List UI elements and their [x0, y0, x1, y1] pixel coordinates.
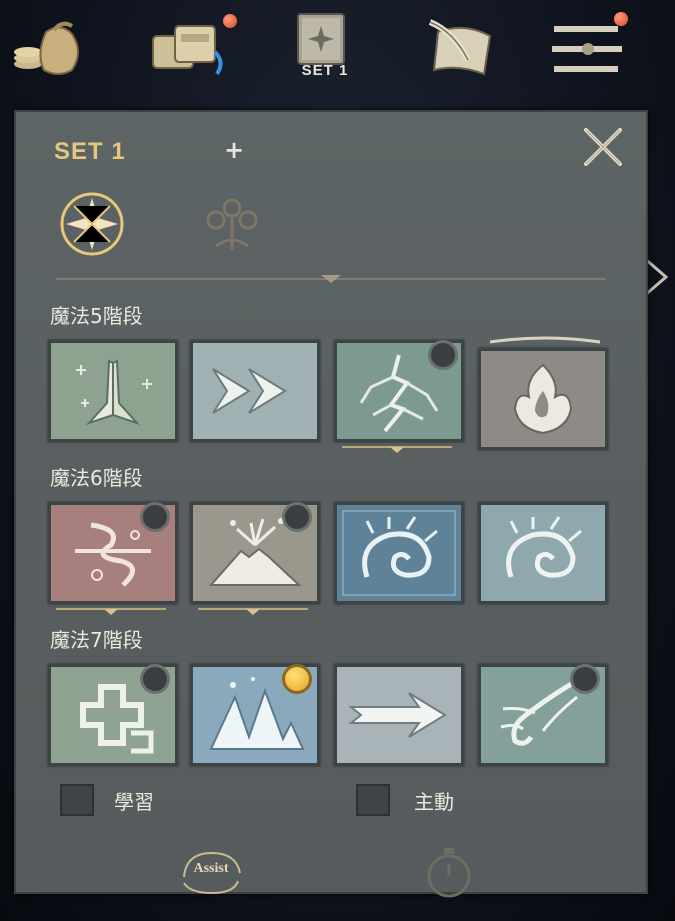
- magic-tab-icon: [60, 192, 124, 256]
- panel-title: SET 1: [54, 138, 126, 165]
- top-bar: SET 1: [0, 0, 675, 110]
- praying-hands-icon: [51, 343, 175, 439]
- section-divider: [56, 268, 606, 283]
- slot-indicator: [428, 340, 458, 370]
- section-title: 魔法6階段: [50, 466, 143, 490]
- assist-label: Assist: [193, 861, 229, 876]
- skill-slot[interactable]: [334, 502, 464, 604]
- notification-dot: [223, 14, 237, 28]
- stopwatch-icon: [427, 848, 471, 898]
- selected-highlight: [490, 336, 600, 344]
- skill-slot[interactable]: [190, 340, 320, 442]
- slot-indicator: [140, 502, 170, 532]
- chevron-down-icon: [198, 608, 308, 615]
- slot-indicator: [570, 664, 600, 694]
- tab-tree[interactable]: [192, 184, 272, 264]
- skill-slot[interactable]: [478, 348, 608, 450]
- skill-slot[interactable]: [48, 340, 178, 442]
- tree-tab-icon: [206, 198, 258, 250]
- section-title: 魔法7階段: [50, 628, 143, 652]
- section-title: 魔法5階段: [50, 304, 143, 328]
- close-button[interactable]: [578, 122, 628, 172]
- slot-indicator: [282, 502, 312, 532]
- skill-set-panel: SET 1 + 魔法5階段 魔法6階段 魔法7階段 學習 主動 Assist: [14, 110, 648, 898]
- flame-icon: [481, 351, 605, 447]
- money-bag-icon[interactable]: [6, 12, 86, 82]
- skill-slot[interactable]: [334, 664, 464, 766]
- assist-button[interactable]: Assist: [176, 847, 246, 897]
- slot-indicator-active: [282, 664, 312, 694]
- chevron-down-icon: [56, 608, 166, 615]
- ice-swirl-icon: [337, 505, 461, 601]
- timer-button[interactable]: [424, 846, 474, 900]
- learn-checkbox[interactable]: [60, 784, 94, 816]
- learn-label: 學習: [114, 790, 154, 814]
- active-checkbox[interactable]: [356, 784, 390, 816]
- scroll-quill-icon[interactable]: [424, 12, 504, 82]
- set-label: SET 1: [301, 62, 349, 79]
- slot-indicator: [140, 664, 170, 694]
- close-icon: [584, 128, 622, 166]
- menu-icon[interactable]: [548, 12, 628, 82]
- chevron-down-icon: [342, 446, 452, 453]
- active-label: 主動: [414, 790, 454, 814]
- skill-slot[interactable]: [478, 502, 608, 604]
- inventory-bags-icon[interactable]: [145, 12, 237, 82]
- double-arrow-icon: [193, 343, 317, 439]
- notification-dot: [614, 12, 628, 26]
- single-arrow-icon: [337, 667, 461, 763]
- tab-magic[interactable]: [52, 184, 132, 264]
- add-set-button[interactable]: +: [222, 136, 246, 164]
- swirl-wave-icon: [481, 505, 605, 601]
